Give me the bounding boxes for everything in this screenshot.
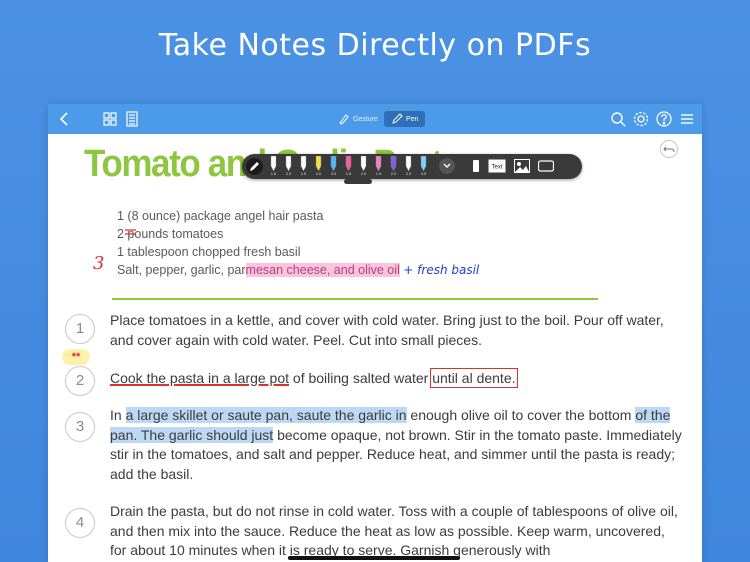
- text-tool-label: Text: [491, 165, 502, 171]
- ingredient-item: Salt, pepper, garlic, parmesan cheese, a…: [117, 261, 479, 279]
- pen-size-label: 2.3: [405, 171, 412, 176]
- pen-mode-button[interactable]: Pen: [384, 111, 426, 127]
- calculator-icon[interactable]: [123, 110, 141, 128]
- home-indicator: [288, 556, 460, 560]
- gesture-mode-button[interactable]: Gesture: [338, 111, 378, 127]
- pen-settings-icon[interactable]: [246, 158, 263, 175]
- app-window: Gesture Pen Tomato and Garlic Pasta: [48, 104, 702, 562]
- chevron-down-icon[interactable]: [439, 158, 455, 174]
- pen-size-label: 1.6: [270, 171, 277, 176]
- eraser-icon[interactable]: [472, 159, 480, 173]
- image-tool-icon[interactable]: [514, 159, 530, 173]
- ingredient-text: Salt, pepper, garlic, par: [117, 263, 246, 277]
- pen-size-label: 1.5: [345, 171, 352, 176]
- step-text: In a large skillet or saute pan, saute t…: [110, 406, 685, 484]
- help-icon[interactable]: [655, 110, 673, 128]
- pen-icon: [392, 113, 403, 124]
- pen-size-label: 2.0: [390, 171, 397, 176]
- pdf-page[interactable]: Tomato and Garlic Pasta Text 1.62.3: [48, 134, 702, 562]
- pen-size-label: 3.0: [330, 171, 337, 176]
- menu-icon[interactable]: [678, 110, 696, 128]
- ingredient-item: 1 tablespoon chopped fresh basil: [117, 245, 301, 259]
- search-icon[interactable]: [609, 110, 627, 128]
- top-toolbar: Gesture Pen: [48, 104, 702, 134]
- step-text: Place tomatoes in a kettle, and cover wi…: [110, 312, 664, 348]
- step-text: Cook the pasta in a large pot of boiling…: [110, 368, 685, 389]
- step-number: 1: [65, 314, 95, 344]
- palette-page-indicator: [344, 179, 372, 184]
- handwritten-3: 3: [93, 253, 105, 274]
- handwritten-fresh-basil: + fresh basil: [403, 263, 480, 277]
- shape-tool-icon[interactable]: [538, 159, 554, 173]
- pen-size-label: 2.5: [360, 171, 367, 176]
- chevron-left-icon[interactable]: [56, 110, 74, 128]
- step-text-plain: In: [110, 407, 126, 423]
- text-tool-icon[interactable]: Text: [488, 159, 506, 173]
- gear-icon[interactable]: [632, 110, 650, 128]
- step-text-plain: enough olive oil to cover the bottom: [406, 407, 636, 423]
- headline: Take Notes Directly on PDFs: [158, 28, 592, 63]
- grid-icon[interactable]: [101, 110, 119, 128]
- boxed-text: until al dente.: [430, 368, 518, 388]
- pen-palette: Text 1.6 2.3 1.5 2.0 3.0 1.5 2.5 1.5 2.0 2.3 3.0: [242, 154, 582, 179]
- blue-highlight: a large skillet or saute pan, saute the …: [125, 407, 407, 423]
- red-strike-mark: [125, 229, 136, 235]
- step-text-plain: of boiling salted water: [289, 370, 433, 386]
- pen-size-label: 1.5: [375, 171, 382, 176]
- step-number: 4: [65, 508, 95, 538]
- star-annotation: **: [62, 349, 90, 365]
- ingredient-item: 1 (8 ounce) package angel hair pasta: [117, 209, 324, 223]
- ingredient-item: 2 pounds tomatoes: [117, 225, 479, 243]
- gesture-label: Gesture: [353, 115, 378, 123]
- underlined-text: Cook the pasta in a large pot: [110, 370, 290, 386]
- section-divider: [112, 298, 598, 300]
- gesture-icon: [339, 114, 349, 125]
- pen-size-label: 2.0: [315, 171, 322, 176]
- undo-icon[interactable]: [660, 140, 678, 158]
- pen-size-label: 1.5: [300, 171, 307, 176]
- pen-label: Pen: [406, 115, 419, 123]
- pen-size-label: 2.3: [285, 171, 292, 176]
- step-number: 2: [65, 366, 95, 396]
- step-text: Drain the pasta, but do not rinse in col…: [110, 503, 678, 558]
- step-number: 3: [65, 412, 95, 442]
- ingredient-list: 1 (8 ounce) package angel hair pasta 2 p…: [117, 207, 479, 279]
- pink-highlight: mesan cheese, and olive oil: [245, 263, 400, 277]
- pen-size-label: 3.0: [420, 171, 427, 176]
